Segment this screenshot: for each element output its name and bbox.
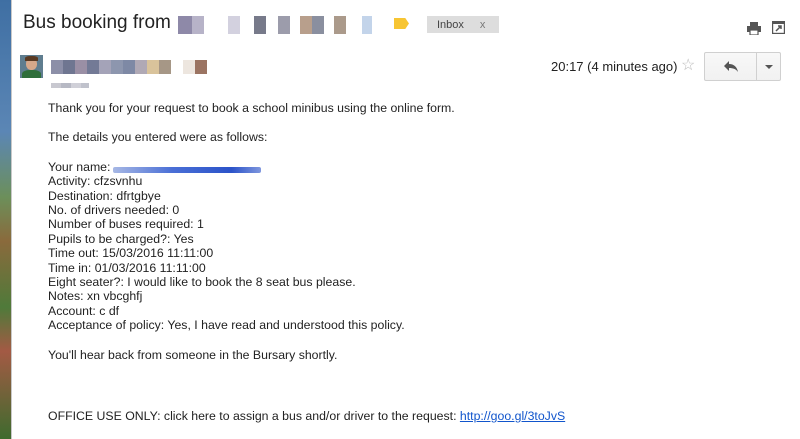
office-use-text: OFFICE USE ONLY: click here to assign a … [48, 409, 457, 423]
name-label: Your name: [48, 159, 111, 174]
list-item: Destination: dfrtgbye [48, 188, 161, 203]
list-item: Acceptance of policy: Yes, I have read a… [48, 318, 405, 333]
new-window-icon[interactable] [772, 21, 785, 34]
details-header: The details you entered were as follows: [48, 130, 268, 145]
reply-icon [723, 61, 738, 72]
list-item: Account: c df [48, 303, 120, 318]
redacted-subject [178, 16, 372, 34]
subject-header: Bus booking from Inbox x [23, 9, 799, 39]
email-timestamp: 20:17 (4 minutes ago) [551, 59, 678, 74]
print-icon[interactable] [747, 22, 761, 35]
label-icon[interactable] [394, 18, 409, 29]
remove-label-button[interactable]: x [480, 19, 486, 31]
redacted-sender-name[interactable] [51, 60, 207, 74]
more-options-button[interactable] [757, 53, 780, 80]
inbox-label-chip[interactable]: Inbox x [427, 16, 499, 33]
list-item: No. of drivers needed: 0 [48, 203, 180, 218]
assign-bus-link[interactable]: http://goo.gl/3toJvS [460, 409, 565, 423]
avatar[interactable] [20, 55, 43, 78]
email-body: Thank you for your request to book a sch… [48, 101, 455, 377]
star-icon[interactable]: ☆ [681, 58, 697, 74]
list-item: Your name: [48, 160, 455, 174]
closing-text: You'll hear back from someone in the Bur… [48, 347, 338, 362]
office-use-line: OFFICE USE ONLY: click here to assign a … [48, 409, 565, 423]
reply-button[interactable] [705, 53, 757, 80]
details-list: Your name: Activity: cfzsvnhu Destinatio… [48, 160, 455, 333]
redacted-name-link[interactable] [113, 166, 262, 173]
email-subject: Bus booking from [23, 12, 171, 33]
email-view: Bus booking from Inbox x 20:17 (4 minute… [12, 0, 800, 439]
background-wallpaper [0, 0, 12, 439]
list-item: Eight seater?: I would like to book the … [48, 275, 356, 290]
reply-button-group [704, 52, 781, 81]
list-item: Activity: cfzsvnhu [48, 174, 143, 189]
list-item: Pupils to be charged?: Yes [48, 231, 194, 246]
chevron-down-icon [764, 64, 773, 69]
list-item: Time out: 15/03/2016 11:11:00 [48, 246, 214, 261]
sender-row: 20:17 (4 minutes ago) ☆ [20, 52, 796, 95]
list-item: Time in: 01/03/2016 11:11:00 [48, 260, 206, 275]
intro-text: Thank you for your request to book a sch… [48, 101, 455, 115]
list-item: Number of buses required: 1 [48, 217, 204, 232]
inbox-label-text: Inbox [437, 18, 464, 31]
redacted-recipient[interactable] [51, 83, 89, 88]
list-item: Notes: xn vbcghfj [48, 289, 143, 304]
